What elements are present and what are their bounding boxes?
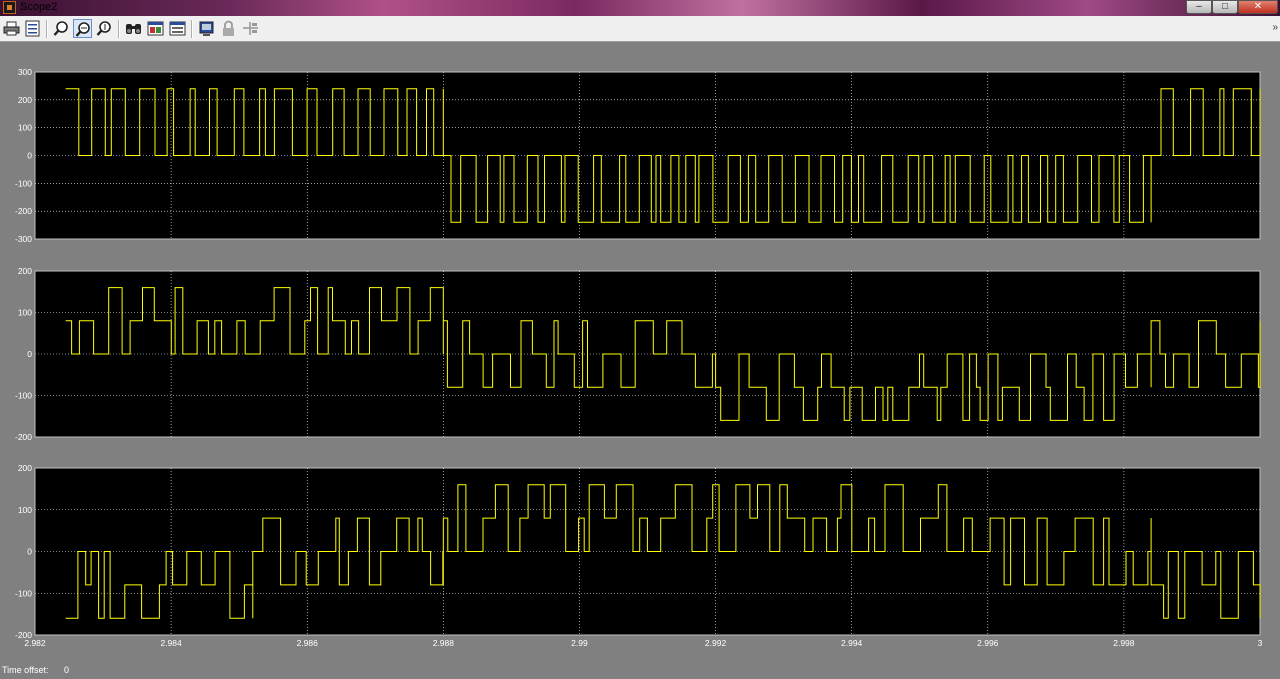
xtick-label: 2.984 xyxy=(160,638,182,648)
autoscale-icon[interactable] xyxy=(124,19,143,38)
plot-2-ytick-label: -100 xyxy=(15,391,32,401)
print-icon[interactable] xyxy=(2,19,21,38)
zoom-y-icon[interactable] xyxy=(95,19,114,38)
floating-scope-icon[interactable] xyxy=(197,19,216,38)
xtick-label: 2.988 xyxy=(433,638,455,648)
xtick-label: 2.994 xyxy=(841,638,863,648)
lock-axes-icon[interactable] xyxy=(219,19,238,38)
toolbar-separator xyxy=(191,20,193,38)
zoom-icon[interactable] xyxy=(52,19,71,38)
maximize-button[interactable]: □ xyxy=(1212,0,1238,14)
plot-3-ytick-label: 100 xyxy=(18,505,32,515)
plot-2-ytick-label: 200 xyxy=(18,266,32,276)
signal-selector-icon[interactable] xyxy=(241,19,260,38)
plot-1-ytick-label: 0 xyxy=(27,151,32,161)
window-title: Scope2 xyxy=(20,1,58,13)
plot-1-ytick-label: -100 xyxy=(15,178,32,188)
xtick-label: 2.996 xyxy=(977,638,999,648)
minimize-button[interactable]: – xyxy=(1186,0,1212,14)
simulink-app-icon xyxy=(3,1,16,14)
toolbar-separator xyxy=(118,20,120,38)
plot-2-ytick-label: -200 xyxy=(15,432,32,442)
xtick-label: 2.998 xyxy=(1113,638,1135,648)
xtick-label: 2.982 xyxy=(24,638,46,648)
close-button[interactable]: ✕ xyxy=(1238,0,1278,14)
plot-1-ytick-label: 100 xyxy=(18,123,32,133)
toolbar-separator xyxy=(46,20,48,38)
status-bar: Time offset: 0 xyxy=(0,661,1280,679)
toolbar-overflow-icon[interactable]: » xyxy=(1272,22,1278,33)
plot-3-ytick-label: 200 xyxy=(18,463,32,473)
save-axes-icon[interactable] xyxy=(146,19,165,38)
scope-plot-area[interactable]: 300 200 100 0 -100 -200 -300 200 100 0 -100 -200 200… xyxy=(0,43,1280,661)
plot-2-ytick-label: 0 xyxy=(27,349,32,359)
plot-3-ytick-label: 0 xyxy=(27,547,32,557)
plot-1-ytick-label: 300 xyxy=(18,67,32,77)
xtick-label: 2.986 xyxy=(297,638,319,648)
title-bar: Scope2 – □ ✕ xyxy=(0,0,1280,16)
plot-2-ytick-label: 100 xyxy=(18,308,32,318)
plot-3-ytick-label: -100 xyxy=(15,588,32,598)
xtick-label: 2.992 xyxy=(705,638,727,648)
zoom-x-icon[interactable] xyxy=(73,19,92,38)
xtick-label: 3 xyxy=(1258,638,1263,648)
xtick-label: 2.99 xyxy=(571,638,588,648)
time-offset-value: 0 xyxy=(64,665,70,675)
plot-1-ytick-label: -200 xyxy=(15,206,32,216)
parameters-icon[interactable] xyxy=(23,19,42,38)
scope-toolbar: » xyxy=(0,16,1280,42)
plot-1-ytick-label: 200 xyxy=(18,95,32,105)
restore-axes-icon[interactable] xyxy=(168,19,187,38)
time-offset-label: Time offset: xyxy=(2,665,49,675)
plot-1-ytick-label: -300 xyxy=(15,234,32,244)
